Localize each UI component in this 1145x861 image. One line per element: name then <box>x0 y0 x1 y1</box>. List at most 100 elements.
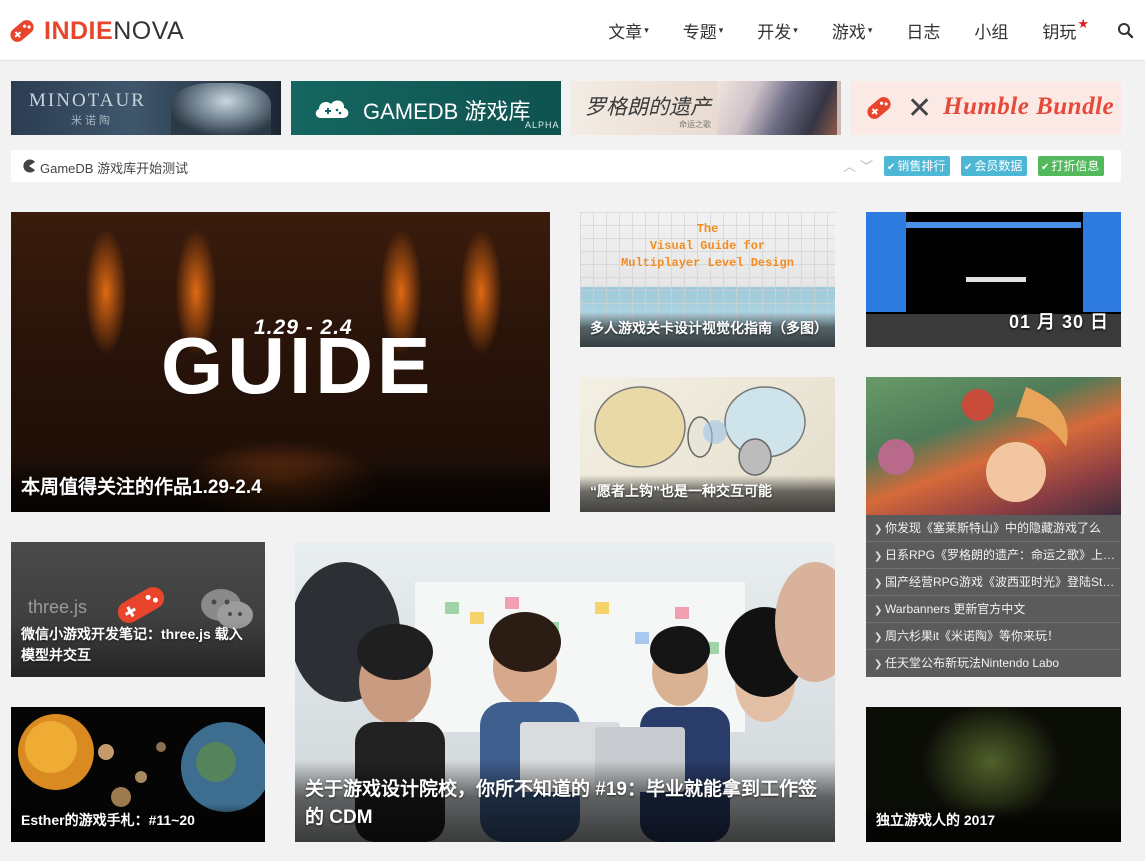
nav-label: 游戏 <box>831 23 866 42</box>
button-label: 销售排行 <box>897 159 946 173</box>
gamepad-logo-icon <box>867 97 891 119</box>
caret-down-icon: ▾ <box>793 25 798 35</box>
card-title: 独立游戏人的 2017 <box>866 804 1121 842</box>
alpha-tag: ALPHA <box>525 120 560 130</box>
guide-wordmark: GUIDE <box>161 321 435 410</box>
card-title: 微信小游戏开发笔记：three.js 载入模型并交互 <box>11 618 265 677</box>
cloud-gamepad-icon <box>315 100 349 118</box>
chevron-right-icon: ❯ <box>874 524 883 535</box>
nav-label: 钥玩 <box>1042 23 1077 42</box>
pixel-block <box>866 212 906 312</box>
nav-label: 日志 <box>906 23 941 42</box>
feature-card-esther[interactable]: Esther的游戏手札：#11~20 <box>11 707 265 842</box>
news-title: 日系RPG《罗格朗的遗产：命运之歌》上线Steam <box>885 548 1121 562</box>
feature-card-indie-2017[interactable]: 独立游戏人的 2017 <box>866 707 1121 842</box>
card-title: Esther的游戏手札：#11~20 <box>11 804 265 842</box>
nav-label: 文章 <box>608 23 643 42</box>
nav-item-topics[interactable]: 专题 ▾ <box>683 18 724 43</box>
masked-face-artwork <box>171 83 271 135</box>
nav-label: 开发 <box>757 23 792 42</box>
caret-down-icon: ▾ <box>867 25 873 35</box>
star-icon: ★ <box>1077 15 1089 31</box>
news-item[interactable]: ❯ 国产经营RPG游戏《波西亚时光》登陆Steam <box>866 569 1121 596</box>
announcement-ticker: GameDB 游戏库开始测试 ︿ ﹀ ✔ 销售排行 ✔ 会员数据 ✔ 打折信息 <box>11 150 1121 182</box>
nav-label: 专题 <box>682 23 717 42</box>
news-item[interactable]: ❯ 周六杉果it《米诺陶》等你来玩！ <box>866 623 1121 650</box>
pixel-block <box>966 277 1026 282</box>
nav-item-keys[interactable]: 钥玩 ★ <box>1042 15 1089 43</box>
news-item[interactable]: ❯日系RPG《罗格朗的遗产：命运之歌》上线Steam <box>866 542 1121 569</box>
logo-part-nova: NOVA <box>113 16 185 45</box>
logo-part-indie: INDIE <box>44 16 114 45</box>
news-title: 周六杉果it《米诺陶》等你来玩！ <box>885 629 1060 643</box>
chevron-right-icon: ❯ <box>874 605 883 616</box>
chevron-icon: ✔ <box>887 162 896 173</box>
news-list: ❯ 你发现《塞莱斯特山》中的隐藏游戏了么 ❯ 日系RPG《罗格朗的遗产：命运之歌》上… <box>866 515 1121 677</box>
poster-title: The Visual Guide for Multiplayer Level D… <box>621 222 794 270</box>
caret-down-icon: ▾ <box>644 25 649 35</box>
banner-minotaur[interactable]: MINOTAUR 米诺陶 <box>11 81 281 135</box>
main-nav: 文章 ▾ 专题 ▾ 开发 ▾ 游戏 ▾ 日志 小组 钥玩 ★ <box>591 0 1145 61</box>
card-title: “愿者上钩”也是一种交互可能 <box>580 475 835 512</box>
search-button[interactable] <box>1116 21 1136 41</box>
chevron-right-icon: ❯ <box>874 659 883 670</box>
chevron-right-icon: ❯ <box>874 632 883 643</box>
chevron-down-icon[interactable]: ﹀ <box>860 159 873 174</box>
pixel-block <box>906 222 1081 228</box>
site-logo[interactable]: INDIENOVA <box>6 14 184 48</box>
search-icon <box>1118 22 1134 38</box>
cross-icon: ✕ <box>907 92 933 125</box>
button-label: 打折信息 <box>1051 159 1100 173</box>
member-data-button[interactable]: ✔ 会员数据 <box>961 156 1028 176</box>
chevron-up-icon[interactable]: ︿ <box>843 159 856 174</box>
nav-item-groups[interactable]: 小组 <box>974 18 1008 43</box>
nav-item-develop[interactable]: 开发 ▾ <box>757 18 798 43</box>
card-title: 本周值得关注的作品1.29-2.4 <box>11 460 550 512</box>
pacman-icon <box>23 159 35 173</box>
banner-humble-bundle[interactable]: ✕ Humble Bundle <box>851 81 1121 135</box>
feature-card-daily-game[interactable]: 01 月 30 日 <box>866 212 1121 347</box>
threejs-logo: three.js <box>28 597 88 617</box>
caret-down-icon: ▾ <box>718 25 724 35</box>
logo-wordmark: INDIENOVA <box>44 17 184 46</box>
banner-title: 罗格朗的遗产 <box>585 95 711 119</box>
card-title: 多人游戏关卡设计视觉化指南（多图） <box>580 312 835 347</box>
feature-card-threejs[interactable]: three.js 微信小游戏开发笔记：three.js 载入模型并交互 <box>11 542 265 677</box>
ticker-headline[interactable]: GameDB 游戏库开始测试 <box>40 158 188 177</box>
banner-subtitle: 米诺陶 <box>71 115 113 127</box>
ticker-arrows: ︿ ﹀ <box>843 156 877 175</box>
banner-title: MINOTAUR <box>29 90 146 111</box>
banner-gamedb[interactable]: GAMEDB 游戏库 ALPHA <box>291 81 561 135</box>
feature-card-celeste[interactable] <box>866 377 1121 515</box>
feature-card-weekly-guide[interactable]: 1.29 - 2.4 GUIDE 本周值得关注的作品1.29-2.4 <box>11 212 550 512</box>
feature-card-level-design[interactable]: The Visual Guide for Multiplayer Level D… <box>580 212 835 347</box>
chevron-right-icon: ❯ <box>874 551 883 562</box>
chevron-right-icon: ❯ <box>874 578 883 589</box>
nav-item-articles[interactable]: 文章 ▾ <box>608 18 649 43</box>
discount-info-button[interactable]: ✔ 打折信息 <box>1038 156 1105 176</box>
feature-card-interaction[interactable]: “愿者上钩”也是一种交互可能 <box>580 377 835 512</box>
news-item[interactable]: ❯ 你发现《塞莱斯特山》中的隐藏游戏了么 <box>866 515 1121 542</box>
characters-artwork <box>717 81 837 135</box>
celeste-artwork <box>878 387 1068 502</box>
nav-label: 小组 <box>974 23 1009 42</box>
pixel-block <box>1083 212 1121 312</box>
card-title: 关于游戏设计院校，你所不知道的 #19：毕业就能拿到工作签的 CDM <box>295 760 835 842</box>
banner-legrand-legacy[interactable]: 罗格朗的遗产 命运之歌 <box>571 81 841 135</box>
nav-item-games[interactable]: 游戏 ▾ <box>832 18 873 43</box>
site-header: INDIENOVA 文章 ▾ 专题 ▾ 开发 ▾ 游戏 ▾ 日志 小组 钥玩 ★ <box>0 0 1145 61</box>
news-title: Warbanners 更新官方中文 <box>885 602 1026 616</box>
news-item[interactable]: ❯ 任天堂公布新玩法Nintendo Labo <box>866 650 1121 677</box>
feature-card-design-school[interactable]: 关于游戏设计院校，你所不知道的 #19：毕业就能拿到工作签的 CDM <box>295 542 835 842</box>
chevron-icon: ✔ <box>964 162 973 173</box>
chevron-icon: ✔ <box>1041 162 1050 173</box>
news-title: 任天堂公布新玩法Nintendo Labo <box>885 656 1060 670</box>
news-item[interactable]: ❯ Warbanners 更新官方中文 <box>866 596 1121 623</box>
nav-item-journal[interactable]: 日志 <box>906 18 940 43</box>
banner-title: GAMEDB 游戏库 <box>363 99 531 124</box>
gamepad-logo-icon <box>6 15 38 47</box>
banner-subtitle: 命运之歌 <box>679 120 711 129</box>
button-label: 会员数据 <box>974 159 1023 173</box>
sales-ranking-button[interactable]: ✔ 销售排行 <box>884 156 951 176</box>
news-title: 国产经营RPG游戏《波西亚时光》登陆Steam <box>885 575 1121 589</box>
